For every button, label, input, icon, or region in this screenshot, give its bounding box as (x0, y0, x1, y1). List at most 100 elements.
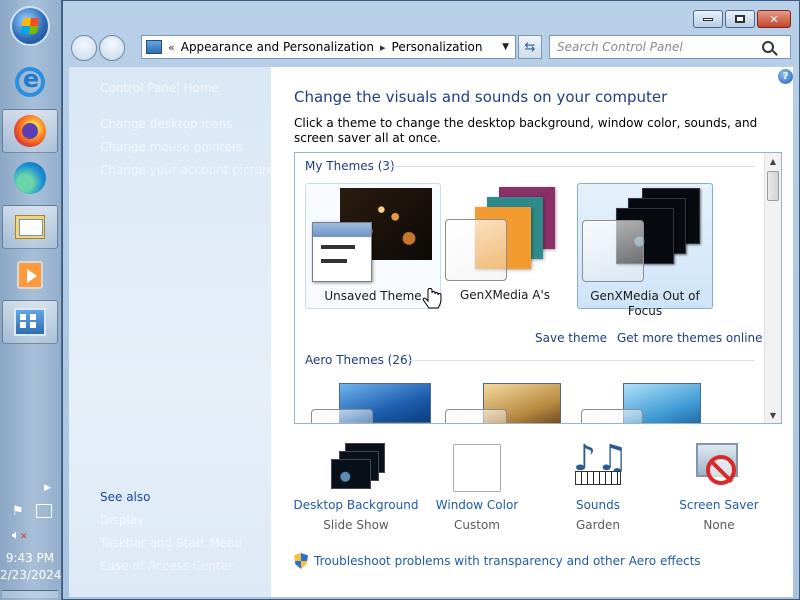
theme-name-label: GenXMedia A's (459, 288, 551, 302)
media-player-icon (17, 261, 43, 289)
control-panel-icon (14, 308, 46, 336)
sounds-value: Garden (576, 518, 620, 532)
sounds-button[interactable]: ♪♫ Sounds Garden (533, 441, 663, 541)
window-controls: ✕ (693, 10, 791, 28)
my-themes-group-label: My Themes (3) (305, 159, 395, 173)
left-navigation-pane: Control Panel Home Change desktop icons … (69, 67, 274, 597)
theme-genxmedia-as[interactable]: GenXMedia A's (437, 183, 573, 309)
forward-button[interactable] (99, 35, 125, 61)
action-center-flag-icon[interactable]: ⚑ (12, 504, 26, 519)
internet-explorer-icon (15, 65, 45, 97)
control-panel-home-link[interactable]: Control Panel Home (100, 81, 219, 95)
window-glass-thumbnail (581, 409, 643, 423)
hand-cursor-icon (422, 288, 442, 309)
theme-aero-windows[interactable] (305, 381, 441, 423)
group-divider (407, 360, 755, 361)
window-color-icon (453, 444, 501, 492)
taskbar-control-panel[interactable] (2, 300, 58, 344)
address-bar[interactable]: « Appearance and Personalization ▸ Perso… (141, 35, 516, 59)
volume-muted-x-icon: ✕ (20, 532, 28, 542)
breadcrumb-separator-icon[interactable]: ▸ (380, 41, 386, 54)
theme-genxmedia-out-of-focus[interactable]: GenXMedia Out of Focus (577, 183, 713, 318)
get-more-themes-link[interactable]: Get more themes online (617, 331, 763, 345)
troubleshoot-row: Troubleshoot problems with transparency … (294, 553, 701, 569)
taskbar: ▶ ⚑ 🔈︎ ✕ 9:43 PM 2/23/2024 (0, 0, 62, 600)
maximize-icon (735, 15, 745, 23)
group-divider (387, 166, 755, 167)
search-input[interactable] (550, 40, 760, 54)
search-icon[interactable] (762, 41, 774, 53)
window-color-value: Custom (454, 518, 500, 532)
minimize-button[interactable] (693, 10, 723, 28)
network-icon[interactable] (36, 504, 52, 518)
firefox-icon (14, 115, 46, 147)
window-glass-thumbnail (445, 219, 507, 281)
display-link[interactable]: Display (100, 513, 144, 527)
theme-name-label: Unsaved Theme (324, 289, 422, 303)
troubleshoot-aero-link[interactable]: Troubleshoot problems with transparency … (314, 554, 701, 568)
desktop-background-button[interactable]: Desktop Background Slide Show (291, 441, 421, 541)
close-icon: ✕ (769, 12, 779, 26)
close-button[interactable]: ✕ (757, 10, 791, 28)
help-icon[interactable]: ? (778, 69, 793, 84)
clock-date[interactable]: 2/23/2024 (0, 568, 62, 582)
maximize-button[interactable] (725, 10, 755, 28)
windows-start-orb-icon (10, 6, 50, 46)
control-panel-small-icon (146, 40, 162, 54)
change-mouse-pointers-link[interactable]: Change mouse pointers (100, 140, 243, 154)
back-button[interactable] (71, 35, 97, 61)
themes-scrollbar[interactable]: ▲ ▼ (764, 153, 781, 423)
theme-aero-architecture[interactable] (437, 381, 573, 423)
change-desktop-icons-link[interactable]: Change desktop icons (100, 117, 233, 131)
start-button[interactable] (2, 4, 58, 48)
volume-icon[interactable]: 🔈︎ (12, 528, 20, 543)
themes-list[interactable]: My Themes (3) Unsaved Theme GenXMedia A'… (294, 152, 782, 424)
window-glass-thumbnail (445, 409, 507, 423)
clock-time[interactable]: 9:43 PM (0, 551, 60, 565)
window-color-button[interactable]: Window Color Custom (412, 441, 542, 541)
screen-saver-icon (696, 443, 738, 485)
search-box[interactable] (549, 35, 791, 59)
page-description: Click a theme to change the desktop back… (294, 116, 758, 145)
window-glass-thumbnail (582, 220, 644, 282)
ease-of-access-link[interactable]: Ease of Access Center (100, 559, 233, 573)
page-title: Change the visuals and sounds on your co… (294, 88, 668, 106)
refresh-button[interactable]: ⇆ (518, 35, 542, 59)
show-hidden-icons-arrow-icon[interactable]: ▶ (44, 483, 51, 493)
main-content-pane: ? Change the visuals and sounds on your … (271, 67, 793, 597)
desktop-background-value: Slide Show (323, 518, 389, 532)
minimize-icon (703, 17, 713, 21)
save-theme-link[interactable]: Save theme (535, 331, 607, 345)
taskbar-windows-explorer[interactable] (2, 205, 58, 249)
breadcrumb-overflow-icon[interactable]: « (168, 41, 175, 54)
taskbar-firefox[interactable] (2, 109, 58, 153)
screen-saver-label: Screen Saver (679, 498, 759, 512)
taskbar-media-player[interactable] (2, 253, 58, 297)
screen-saver-value: None (703, 518, 735, 532)
window-color-label: Window Color (435, 498, 519, 512)
window-preview-thumbnail (312, 222, 372, 282)
breadcrumb-personalization[interactable]: Personalization (392, 40, 483, 54)
navigation-buttons (71, 35, 127, 61)
address-dropdown-icon[interactable]: ▼ (502, 42, 509, 52)
see-also-heading: See also (100, 490, 151, 504)
window-glass-thumbnail (311, 409, 373, 423)
scroll-thumb[interactable] (767, 171, 779, 201)
theme-aero-characters[interactable] (577, 381, 713, 423)
sounds-icon: ♪♫ (573, 441, 628, 485)
breadcrumb-appearance[interactable]: Appearance and Personalization (181, 40, 374, 54)
taskbar-start-menu-link[interactable]: Taskbar and Start Menu (100, 536, 242, 550)
scroll-down-arrow-icon[interactable]: ▼ (765, 407, 781, 423)
show-desktop-button[interactable] (2, 590, 58, 598)
edge-icon (14, 162, 46, 194)
screen-saver-button[interactable]: Screen Saver None (654, 441, 784, 541)
desktop-background-label: Desktop Background (293, 498, 419, 512)
sounds-label: Sounds (575, 498, 621, 512)
aero-themes-group-label: Aero Themes (26) (305, 353, 413, 367)
folder-explorer-icon (15, 215, 45, 239)
scroll-up-arrow-icon[interactable]: ▲ (765, 153, 781, 169)
taskbar-edge[interactable] (2, 156, 58, 200)
taskbar-internet-explorer[interactable] (2, 60, 58, 104)
change-account-picture-link[interactable]: Change your account picture (100, 163, 274, 177)
theme-unsaved[interactable]: Unsaved Theme (305, 183, 441, 309)
